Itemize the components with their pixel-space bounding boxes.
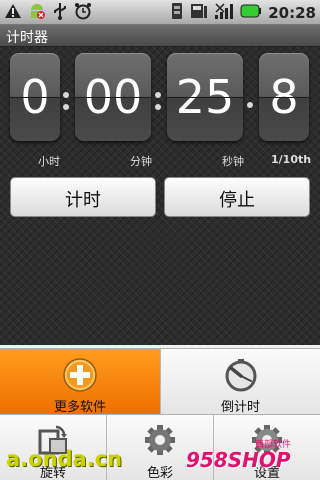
- start-button[interactable]: 计时: [10, 177, 156, 217]
- gear-icon: [143, 423, 177, 461]
- plus-icon: [62, 357, 98, 397]
- timer-panel: 0 00 25 8 小时 分钟 秒钟 1/10th 计时 停止: [0, 47, 320, 345]
- usb-icon: [52, 2, 68, 24]
- android-notify-icon: [28, 2, 46, 24]
- hours-tile: 0: [10, 53, 60, 141]
- menu-item-label: 倒计时: [220, 400, 260, 415]
- hours-value: 0: [20, 70, 50, 124]
- warning-icon: [4, 3, 22, 23]
- options-menu: 更多软件 倒计时 旋转 色彩 设置 a.onda.cn 958SHOP 西部软件: [0, 345, 320, 480]
- separator-dot: [155, 104, 161, 110]
- separator-dot: [63, 104, 69, 110]
- minutes-tile: 00: [75, 53, 151, 141]
- sdcard-icon: [190, 2, 208, 24]
- tenths-tile: 8: [259, 53, 309, 141]
- countdown-dial-icon: [223, 357, 259, 397]
- alarm-icon: [74, 2, 92, 24]
- watermark-left: a.onda.cn: [6, 447, 123, 471]
- start-button-label: 计时: [65, 190, 101, 211]
- menu-item-countdown[interactable]: 倒计时: [160, 348, 320, 415]
- stop-button[interactable]: 停止: [164, 177, 310, 217]
- status-bar: 20:28: [0, 0, 320, 25]
- separator-dot: [155, 92, 161, 98]
- menu-item-more-apps[interactable]: 更多软件: [0, 348, 160, 415]
- signal-icon: [214, 2, 234, 24]
- separator-dot: [247, 102, 253, 108]
- menu-item-label: 更多软件: [53, 400, 106, 415]
- separator-dot: [63, 92, 69, 98]
- app-title: 计时器: [6, 30, 48, 46]
- clock-time: 20:28: [268, 3, 316, 22]
- watermark-right-sub: 西部软件: [255, 440, 292, 450]
- stop-button-label: 停止: [219, 190, 255, 211]
- tenths-value: 8: [269, 70, 299, 124]
- seconds-tile: 25: [167, 53, 243, 141]
- seconds-value: 25: [175, 70, 235, 124]
- minutes-label: 分钟: [130, 155, 152, 168]
- hours-label: 小时: [38, 155, 60, 168]
- app-title-bar: 计时器: [0, 25, 320, 47]
- tenths-label: 1/10th: [271, 153, 312, 166]
- watermark-right: 958SHOP: [186, 448, 291, 472]
- minutes-value: 00: [83, 70, 143, 124]
- seconds-label: 秒钟: [222, 155, 244, 168]
- sim-icon: [170, 2, 184, 24]
- battery-icon: [240, 3, 262, 22]
